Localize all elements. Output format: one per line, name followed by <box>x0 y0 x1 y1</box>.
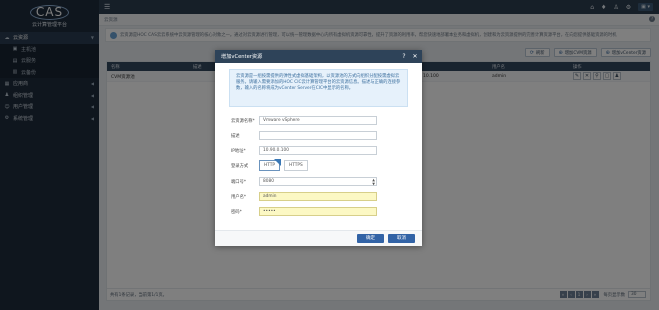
dialog-tip: 云资源是一组按需提供的弹性式虚拟基础架构，以资源池的方式向组织分配按需虚拟云服务… <box>229 69 408 107</box>
password-label: 密码* <box>231 209 242 215</box>
password-row: 密码* ••••• <box>231 207 377 216</box>
dialog-title: 增加vCenter资源 <box>221 54 263 60</box>
https-option[interactable]: HTTPS <box>284 160 308 171</box>
add-vcenter-dialog: 增加vCenter资源 ? ✕ 云资源是一组按需提供的弹性式虚拟基础架构，以资源… <box>215 50 422 246</box>
help-icon[interactable]: ? <box>400 53 408 60</box>
desc-row: 描述 <box>231 131 377 140</box>
username-input[interactable]: admin <box>259 192 377 201</box>
https-label: HTTPS <box>289 163 303 168</box>
port-label: 端口号* <box>231 179 247 185</box>
port-value: 8080 <box>263 179 274 184</box>
user-label: 用户名* <box>231 194 247 200</box>
confirm-button[interactable]: 确定 <box>357 234 384 243</box>
port-row: 端口号* 8080 ▲ ▼ <box>231 177 377 186</box>
ip-label: IP地址* <box>231 148 246 154</box>
close-icon[interactable]: ✕ <box>411 53 419 60</box>
dialog-footer: 确定 取消 <box>215 230 422 246</box>
name-row: 云资源名称* Vmware vSphere <box>231 116 377 125</box>
desc-input[interactable] <box>259 131 377 140</box>
mode-row: 登录方式 HTTP HTTPS <box>231 159 312 171</box>
selected-check-icon <box>274 159 281 166</box>
name-input[interactable]: Vmware vSphere <box>259 116 377 125</box>
name-label: 云资源名称* <box>231 118 255 124</box>
user-row: 用户名* admin <box>231 192 377 201</box>
dialog-header: 增加vCenter资源 ? ✕ <box>215 50 422 63</box>
cancel-button[interactable]: 取消 <box>388 234 415 243</box>
ip-input[interactable]: 10.90.0.100 <box>259 146 377 155</box>
mode-label: 登录方式 <box>231 163 249 169</box>
port-input[interactable]: 8080 ▲ ▼ <box>259 177 377 186</box>
ip-row: IP地址* 10.90.0.100 <box>231 146 377 155</box>
desc-label: 描述 <box>231 133 240 139</box>
password-input[interactable]: ••••• <box>259 207 377 216</box>
http-option[interactable]: HTTP <box>259 159 281 171</box>
stepper-icon[interactable]: ▲ ▼ <box>372 178 375 186</box>
